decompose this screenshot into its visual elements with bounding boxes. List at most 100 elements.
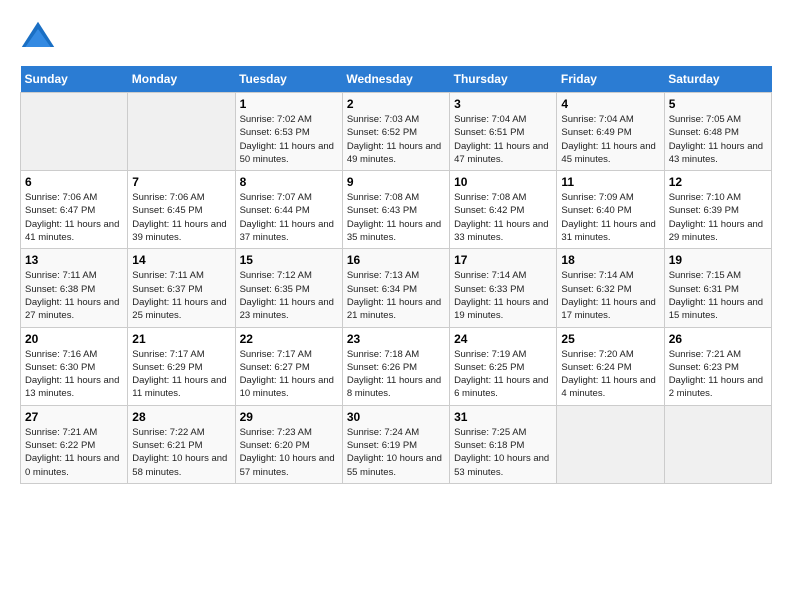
calendar-cell: 21 Sunrise: 7:17 AMSunset: 6:29 PMDayligh… — [128, 327, 235, 405]
calendar-cell: 13 Sunrise: 7:11 AMSunset: 6:38 PMDayligh… — [21, 249, 128, 327]
day-number: 29 — [240, 410, 338, 424]
day-number: 2 — [347, 97, 445, 111]
day-number: 5 — [669, 97, 767, 111]
day-info: Sunrise: 7:18 AMSunset: 6:26 PMDaylight:… — [347, 348, 445, 401]
day-info: Sunrise: 7:24 AMSunset: 6:19 PMDaylight:… — [347, 426, 445, 479]
day-number: 26 — [669, 332, 767, 346]
calendar-cell: 11 Sunrise: 7:09 AMSunset: 6:40 PMDayligh… — [557, 171, 664, 249]
calendar-cell: 19 Sunrise: 7:15 AMSunset: 6:31 PMDayligh… — [664, 249, 771, 327]
day-info: Sunrise: 7:08 AMSunset: 6:43 PMDaylight:… — [347, 191, 445, 244]
day-number: 13 — [25, 253, 123, 267]
day-info: Sunrise: 7:10 AMSunset: 6:39 PMDaylight:… — [669, 191, 767, 244]
day-number: 12 — [669, 175, 767, 189]
calendar-cell: 25Sunrise: 7:20 AMSunset: 6:24 PMDayligh… — [557, 327, 664, 405]
day-number: 20 — [25, 332, 123, 346]
calendar-cell: 10 Sunrise: 7:08 AMSunset: 6:42 PMDayligh… — [450, 171, 557, 249]
calendar-cell: 9 Sunrise: 7:08 AMSunset: 6:43 PMDaylight… — [342, 171, 449, 249]
calendar-cell: 7Sunrise: 7:06 AMSunset: 6:45 PMDaylight… — [128, 171, 235, 249]
day-info: Sunrise: 7:21 AMSunset: 6:23 PMDaylight:… — [669, 348, 767, 401]
day-info: Sunrise: 7:07 AMSunset: 6:44 PMDaylight:… — [240, 191, 338, 244]
weekday-header-sunday: Sunday — [21, 66, 128, 93]
day-number: 23 — [347, 332, 445, 346]
weekday-header-saturday: Saturday — [664, 66, 771, 93]
calendar-cell: 29 Sunrise: 7:23 AMSunset: 6:20 PMDayligh… — [235, 405, 342, 483]
day-number: 22 — [240, 332, 338, 346]
logo — [20, 20, 58, 56]
calendar-cell: 17 Sunrise: 7:14 AMSunset: 6:33 PMDayligh… — [450, 249, 557, 327]
calendar-cell: 6 Sunrise: 7:06 AMSunset: 6:47 PMDaylight… — [21, 171, 128, 249]
day-number: 17 — [454, 253, 552, 267]
day-number: 15 — [240, 253, 338, 267]
day-number: 9 — [347, 175, 445, 189]
calendar-cell: 1 Sunrise: 7:02 AMSunset: 6:53 PMDaylight… — [235, 93, 342, 171]
calendar-cell: 15 Sunrise: 7:12 AMSunset: 6:35 PMDayligh… — [235, 249, 342, 327]
day-info: Sunrise: 7:14 AMSunset: 6:32 PMDaylight:… — [561, 269, 659, 322]
calendar-cell: 24Sunrise: 7:19 AMSunset: 6:25 PMDayligh… — [450, 327, 557, 405]
day-info: Sunrise: 7:02 AMSunset: 6:53 PMDaylight:… — [240, 113, 338, 166]
day-number: 4 — [561, 97, 659, 111]
calendar-cell: 3Sunrise: 7:04 AMSunset: 6:51 PMDaylight… — [450, 93, 557, 171]
calendar-cell: 4 Sunrise: 7:04 AMSunset: 6:49 PMDaylight… — [557, 93, 664, 171]
day-info: Sunrise: 7:17 AMSunset: 6:29 PMDaylight:… — [132, 348, 230, 401]
day-info: Sunrise: 7:20 AMSunset: 6:24 PMDaylight:… — [561, 348, 659, 401]
weekday-header-monday: Monday — [128, 66, 235, 93]
day-info: Sunrise: 7:06 AMSunset: 6:47 PMDaylight:… — [25, 191, 123, 244]
calendar-cell: 31 Sunrise: 7:25 AMSunset: 6:18 PMDayligh… — [450, 405, 557, 483]
calendar-table: SundayMondayTuesdayWednesdayThursdayFrid… — [20, 66, 772, 484]
day-number: 30 — [347, 410, 445, 424]
day-number: 27 — [25, 410, 123, 424]
day-info: Sunrise: 7:15 AMSunset: 6:31 PMDaylight:… — [669, 269, 767, 322]
day-number: 16 — [347, 253, 445, 267]
day-info: Sunrise: 7:25 AMSunset: 6:18 PMDaylight:… — [454, 426, 552, 479]
day-number: 7 — [132, 175, 230, 189]
weekday-header-friday: Friday — [557, 66, 664, 93]
day-info: Sunrise: 7:21 AMSunset: 6:22 PMDaylight:… — [25, 426, 123, 479]
page-header — [20, 20, 772, 56]
day-info: Sunrise: 7:11 AMSunset: 6:37 PMDaylight:… — [132, 269, 230, 322]
day-number: 1 — [240, 97, 338, 111]
day-info: Sunrise: 7:08 AMSunset: 6:42 PMDaylight:… — [454, 191, 552, 244]
day-info: Sunrise: 7:12 AMSunset: 6:35 PMDaylight:… — [240, 269, 338, 322]
day-number: 14 — [132, 253, 230, 267]
day-info: Sunrise: 7:09 AMSunset: 6:40 PMDaylight:… — [561, 191, 659, 244]
day-number: 21 — [132, 332, 230, 346]
calendar-cell: 30 Sunrise: 7:24 AMSunset: 6:19 PMDayligh… — [342, 405, 449, 483]
calendar-cell: 12 Sunrise: 7:10 AMSunset: 6:39 PMDayligh… — [664, 171, 771, 249]
day-number: 6 — [25, 175, 123, 189]
calendar-cell: 16Sunrise: 7:13 AMSunset: 6:34 PMDayligh… — [342, 249, 449, 327]
calendar-cell: 14 Sunrise: 7:11 AMSunset: 6:37 PMDayligh… — [128, 249, 235, 327]
calendar-cell: 18Sunrise: 7:14 AMSunset: 6:32 PMDayligh… — [557, 249, 664, 327]
day-info: Sunrise: 7:04 AMSunset: 6:51 PMDaylight:… — [454, 113, 552, 166]
week-row-1: 1 Sunrise: 7:02 AMSunset: 6:53 PMDaylight… — [21, 93, 772, 171]
day-number: 24 — [454, 332, 552, 346]
weekday-header-tuesday: Tuesday — [235, 66, 342, 93]
week-row-2: 6 Sunrise: 7:06 AMSunset: 6:47 PMDaylight… — [21, 171, 772, 249]
day-info: Sunrise: 7:05 AMSunset: 6:48 PMDaylight:… — [669, 113, 767, 166]
calendar-cell: 8 Sunrise: 7:07 AMSunset: 6:44 PMDaylight… — [235, 171, 342, 249]
day-number: 31 — [454, 410, 552, 424]
calendar-cell: 20 Sunrise: 7:16 AMSunset: 6:30 PMDayligh… — [21, 327, 128, 405]
calendar-cell: 27 Sunrise: 7:21 AMSunset: 6:22 PMDayligh… — [21, 405, 128, 483]
day-info: Sunrise: 7:11 AMSunset: 6:38 PMDaylight:… — [25, 269, 123, 322]
day-number: 28 — [132, 410, 230, 424]
calendar-cell: 5 Sunrise: 7:05 AMSunset: 6:48 PMDaylight… — [664, 93, 771, 171]
day-info: Sunrise: 7:23 AMSunset: 6:20 PMDaylight:… — [240, 426, 338, 479]
day-number: 11 — [561, 175, 659, 189]
calendar-cell — [664, 405, 771, 483]
week-row-3: 13 Sunrise: 7:11 AMSunset: 6:38 PMDayligh… — [21, 249, 772, 327]
calendar-cell: 2 Sunrise: 7:03 AMSunset: 6:52 PMDaylight… — [342, 93, 449, 171]
day-number: 10 — [454, 175, 552, 189]
day-info: Sunrise: 7:14 AMSunset: 6:33 PMDaylight:… — [454, 269, 552, 322]
day-info: Sunrise: 7:04 AMSunset: 6:49 PMDaylight:… — [561, 113, 659, 166]
day-number: 8 — [240, 175, 338, 189]
calendar-cell — [557, 405, 664, 483]
week-row-5: 27 Sunrise: 7:21 AMSunset: 6:22 PMDayligh… — [21, 405, 772, 483]
weekday-header-wednesday: Wednesday — [342, 66, 449, 93]
day-info: Sunrise: 7:03 AMSunset: 6:52 PMDaylight:… — [347, 113, 445, 166]
weekday-header-thursday: Thursday — [450, 66, 557, 93]
week-row-4: 20 Sunrise: 7:16 AMSunset: 6:30 PMDayligh… — [21, 327, 772, 405]
calendar-cell — [128, 93, 235, 171]
day-info: Sunrise: 7:16 AMSunset: 6:30 PMDaylight:… — [25, 348, 123, 401]
calendar-cell: 23 Sunrise: 7:18 AMSunset: 6:26 PMDayligh… — [342, 327, 449, 405]
day-number: 19 — [669, 253, 767, 267]
